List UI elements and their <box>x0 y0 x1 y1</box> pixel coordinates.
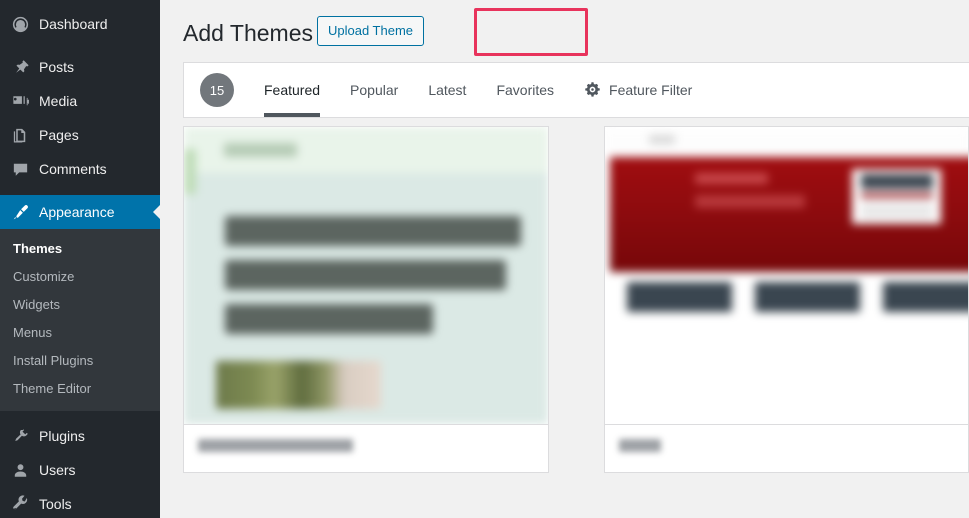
sidebar-item-label: Pages <box>39 127 79 143</box>
theme-preview-blurred <box>184 127 548 424</box>
sidebar-item-dashboard[interactable]: Dashboard <box>0 7 160 41</box>
page-header: Add Themes Upload Theme <box>160 0 969 62</box>
sidebar-item-widgets[interactable]: Widgets <box>0 291 160 319</box>
appearance-brush-icon <box>11 202 37 222</box>
theme-card-footer <box>604 424 968 472</box>
sidebar-item-label: Posts <box>39 59 75 75</box>
tab-popular[interactable]: Popular <box>350 63 398 117</box>
sidebar-item-appearance[interactable]: Appearance <box>0 195 160 229</box>
sidebar-item-customize[interactable]: Customize <box>0 263 160 291</box>
theme-count-badge: 15 <box>200 73 234 107</box>
users-icon <box>11 460 37 480</box>
tab-favorites[interactable]: Favorites <box>496 63 554 117</box>
comments-icon <box>11 159 37 179</box>
sidebar-item-tools[interactable]: Tools <box>0 487 160 518</box>
sidebar-item-label: Plugins <box>39 428 85 444</box>
gear-icon <box>584 81 602 99</box>
media-icon <box>11 91 37 111</box>
admin-sidebar: Dashboard Posts Media Pages Comments App… <box>0 0 160 518</box>
main-content: Add Themes Upload Theme 15 Featured Popu… <box>160 0 969 518</box>
sidebar-item-plugins[interactable]: Plugins <box>0 419 160 453</box>
appearance-submenu: Themes Customize Widgets Menus Install P… <box>0 229 160 411</box>
sidebar-item-users[interactable]: Users <box>0 453 160 487</box>
sidebar-item-comments[interactable]: Comments <box>0 152 160 186</box>
sidebar-item-label: Users <box>39 462 76 478</box>
sidebar-item-label: Dashboard <box>39 16 108 32</box>
theme-card[interactable] <box>183 126 549 473</box>
theme-card[interactable] <box>603 126 969 473</box>
theme-grid <box>183 126 969 473</box>
sidebar-item-install-plugins[interactable]: Install Plugins <box>0 347 160 375</box>
wordpress-admin-screen: Dashboard Posts Media Pages Comments App… <box>0 0 969 518</box>
sidebar-item-pages[interactable]: Pages <box>0 118 160 152</box>
sidebar-item-media[interactable]: Media <box>0 84 160 118</box>
dashboard-icon <box>11 14 37 34</box>
sidebar-item-themes[interactable]: Themes <box>0 235 160 263</box>
upload-theme-button[interactable]: Upload Theme <box>316 16 425 46</box>
theme-name-blurred <box>618 439 661 452</box>
sidebar-item-label: Comments <box>39 161 107 177</box>
pin-icon <box>11 57 37 77</box>
sidebar-item-label: Appearance <box>39 204 115 220</box>
theme-name-blurred <box>198 439 353 452</box>
sidebar-item-theme-editor[interactable]: Theme Editor <box>0 375 160 403</box>
feature-filter-button[interactable]: Feature Filter <box>584 81 692 99</box>
tab-latest[interactable]: Latest <box>428 63 466 117</box>
page-title: Add Themes <box>183 20 313 46</box>
sidebar-item-label: Media <box>39 93 78 109</box>
sidebar-item-label: Tools <box>39 496 72 512</box>
theme-screenshot <box>604 127 968 424</box>
theme-preview-blurred <box>604 127 968 424</box>
theme-screenshot <box>184 127 548 424</box>
theme-filter-bar: 15 Featured Popular Latest Favorites Fea… <box>183 62 969 118</box>
plugins-plug-icon <box>11 426 37 446</box>
sidebar-item-posts[interactable]: Posts <box>0 50 160 84</box>
theme-card-footer <box>184 424 548 472</box>
feature-filter-label: Feature Filter <box>609 82 693 98</box>
tools-wrench-icon <box>11 494 37 514</box>
sidebar-item-menus[interactable]: Menus <box>0 319 160 347</box>
tab-featured[interactable]: Featured <box>264 63 321 117</box>
current-menu-arrow <box>153 204 160 220</box>
pages-icon <box>11 125 37 145</box>
